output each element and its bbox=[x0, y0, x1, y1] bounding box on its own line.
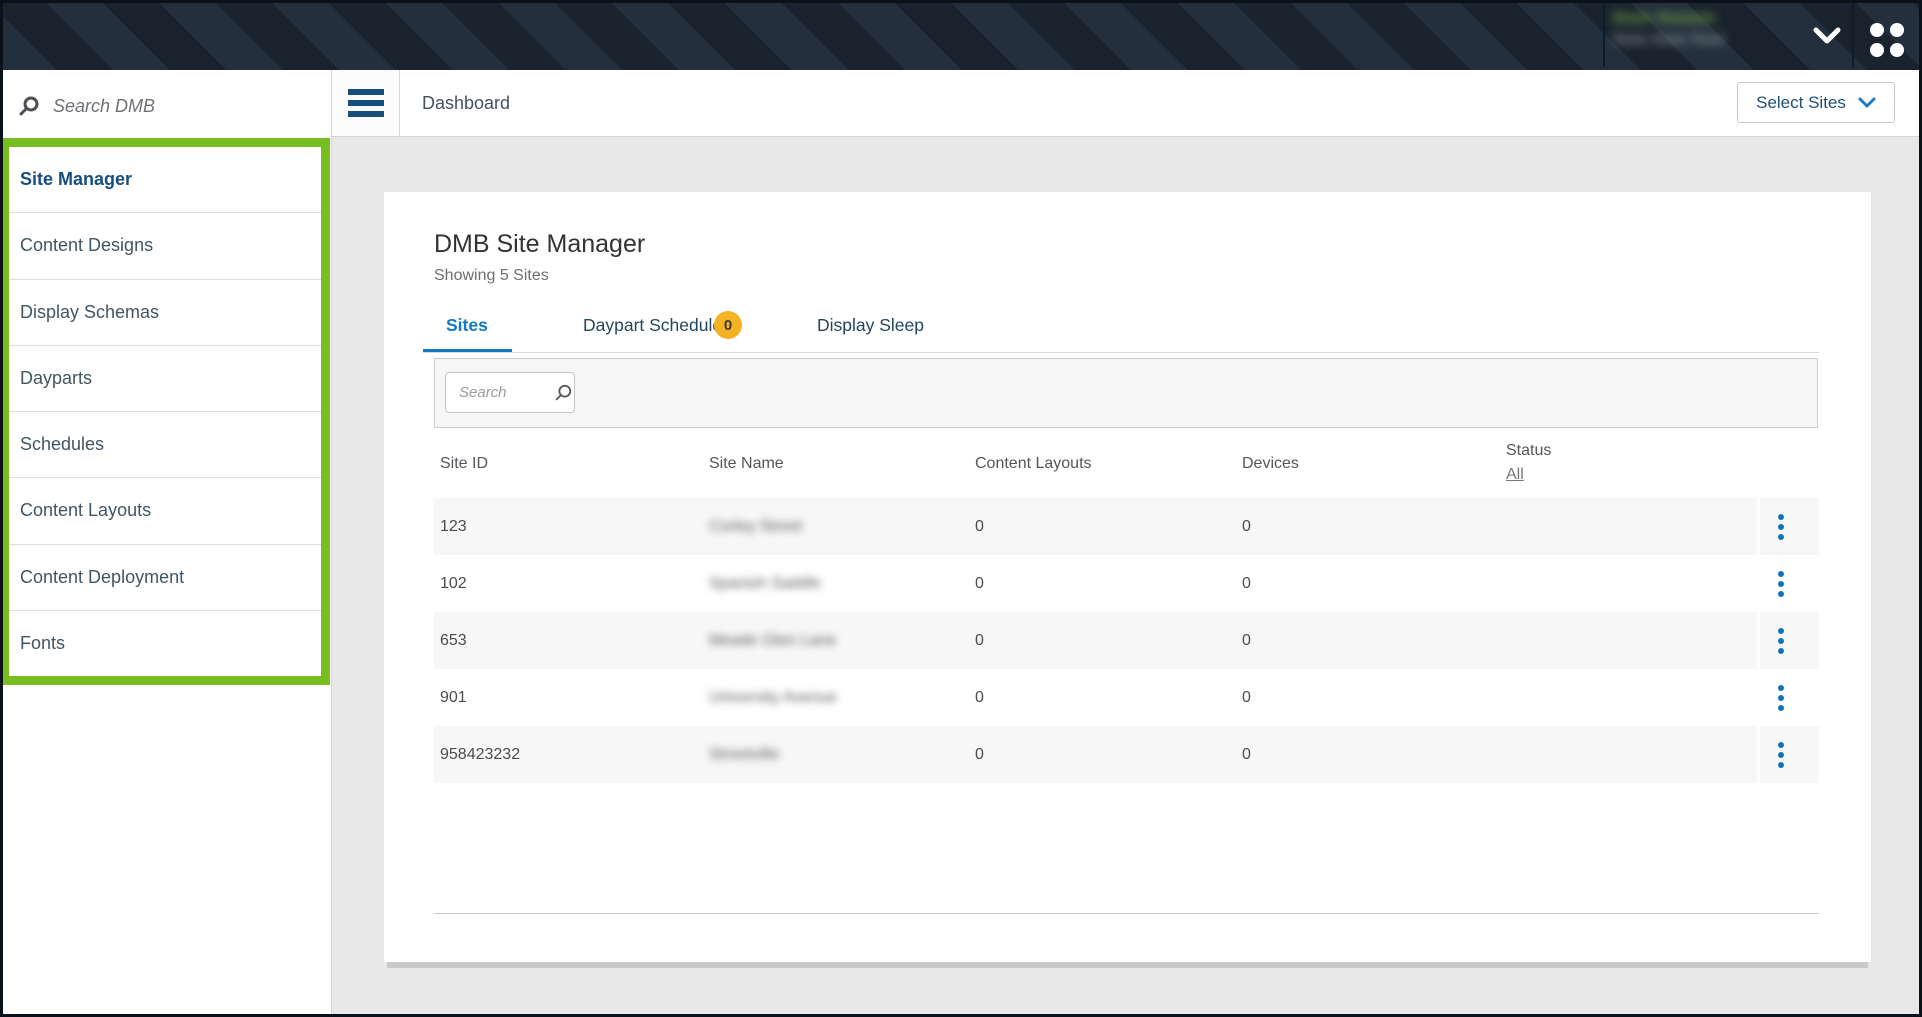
app-window: Xxxx Xxxxxx Xxxx Xxxx Xxxx Site Manager … bbox=[0, 0, 1922, 1017]
devices-cell: 0 bbox=[1242, 726, 1251, 783]
site-name-blurred-cell: University Avenue bbox=[709, 669, 837, 726]
site-id-cell: 102 bbox=[440, 555, 467, 612]
sidebar-search-input[interactable] bbox=[53, 96, 283, 117]
action-cell-divider bbox=[1757, 498, 1760, 555]
chevron-down-icon[interactable] bbox=[1812, 26, 1842, 46]
site-id-cell: 901 bbox=[440, 669, 467, 726]
site-manager-card: DMB Site Manager Showing 5 Sites Sites D… bbox=[384, 192, 1871, 962]
table-row[interactable]: 102 Spanish Saddle 0 0 bbox=[434, 555, 1819, 612]
devices-cell: 0 bbox=[1242, 555, 1251, 612]
tab-daypart-schedule[interactable]: Daypart Schedule bbox=[583, 315, 722, 336]
action-cell-divider bbox=[1757, 555, 1760, 612]
sidebar-item-display-schemas[interactable]: Display Schemas bbox=[9, 280, 321, 346]
site-name-blurred-cell: Corley Street bbox=[709, 498, 802, 555]
sidebar-item-dayparts[interactable]: Dayparts bbox=[9, 346, 321, 412]
search-icon bbox=[553, 383, 573, 403]
table-row[interactable]: 653 Meade Glen Lane 0 0 bbox=[434, 612, 1819, 669]
action-cell-divider bbox=[1757, 669, 1760, 726]
column-header-site-name[interactable]: Site Name bbox=[709, 455, 784, 473]
action-cell-divider bbox=[1757, 726, 1760, 783]
user-org-blurred: Xxxx Xxxx Xxxx bbox=[1612, 31, 1757, 49]
column-header-site-id[interactable]: Site ID bbox=[440, 455, 488, 473]
site-id-cell: 958423232 bbox=[440, 726, 520, 783]
select-sites-button[interactable]: Select Sites bbox=[1737, 82, 1895, 123]
sidebar-highlight-box: Site Manager Content Designs Display Sch… bbox=[0, 138, 330, 685]
tab-display-sleep[interactable]: Display Sleep bbox=[817, 315, 924, 336]
user-name-blurred: Xxxx Xxxxxx bbox=[1612, 8, 1757, 28]
devices-cell: 0 bbox=[1242, 669, 1251, 726]
column-header-status: Status bbox=[1506, 442, 1551, 460]
row-actions-kebab-icon[interactable] bbox=[1772, 669, 1790, 726]
apps-grid-icon[interactable] bbox=[1866, 18, 1908, 60]
tab-strip-divider bbox=[423, 352, 1819, 353]
card-bottom-divider bbox=[434, 913, 1819, 914]
sites-count-subtitle: Showing 5 Sites bbox=[434, 267, 549, 285]
site-name-blurred-cell: Streetville bbox=[709, 726, 779, 783]
site-name-blurred-cell: Spanish Saddle bbox=[709, 555, 821, 612]
row-actions-kebab-icon[interactable] bbox=[1772, 726, 1790, 783]
site-id-cell: 123 bbox=[440, 498, 467, 555]
sidebar: Site Manager Content Designs Display Sch… bbox=[0, 70, 332, 1017]
sidebar-item-content-deployment[interactable]: Content Deployment bbox=[9, 545, 321, 611]
topbar-divider bbox=[1603, 3, 1605, 67]
devices-cell: 0 bbox=[1242, 612, 1251, 669]
table-search-input[interactable] bbox=[459, 384, 551, 401]
content-layouts-cell: 0 bbox=[975, 555, 984, 612]
site-name-blurred-cell: Meade Glen Lane bbox=[709, 612, 836, 669]
sidebar-nav: Site Manager Content Designs Display Sch… bbox=[9, 147, 321, 676]
hamburger-icon bbox=[348, 89, 384, 117]
sidebar-item-content-designs[interactable]: Content Designs bbox=[9, 213, 321, 279]
table-body: 123 Corley Street 0 0 102 Spanish Saddle… bbox=[434, 498, 1819, 783]
site-id-cell: 653 bbox=[440, 612, 467, 669]
active-tab-underline bbox=[423, 349, 512, 352]
table-search-box[interactable] bbox=[445, 372, 575, 413]
row-actions-kebab-icon[interactable] bbox=[1772, 498, 1790, 555]
table-row[interactable]: 958423232 Streetville 0 0 bbox=[434, 726, 1819, 783]
tab-sites[interactable]: Sites bbox=[446, 315, 488, 336]
main-content-area: DMB Site Manager Showing 5 Sites Sites D… bbox=[332, 137, 1922, 1017]
sidebar-item-schedules[interactable]: Schedules bbox=[9, 412, 321, 478]
column-header-content-layouts[interactable]: Content Layouts bbox=[975, 455, 1092, 473]
table-row[interactable]: 901 University Avenue 0 0 bbox=[434, 669, 1819, 726]
top-app-bar: Xxxx Xxxxxx Xxxx Xxxx Xxxx bbox=[0, 0, 1922, 70]
table-filter-panel bbox=[434, 358, 1818, 428]
devices-cell: 0 bbox=[1242, 498, 1251, 555]
content-layouts-cell: 0 bbox=[975, 669, 984, 726]
topbar-divider bbox=[1852, 3, 1854, 67]
sidebar-item-site-manager[interactable]: Site Manager bbox=[9, 147, 321, 213]
column-header-devices[interactable]: Devices bbox=[1242, 455, 1299, 473]
menu-toggle-button[interactable] bbox=[332, 70, 400, 136]
table-header: Site ID Site Name Content Layouts Device… bbox=[384, 428, 1871, 498]
breadcrumb: Dashboard bbox=[422, 70, 510, 136]
chevron-down-icon bbox=[1858, 97, 1876, 108]
content-layouts-cell: 0 bbox=[975, 726, 984, 783]
content-layouts-cell: 0 bbox=[975, 612, 984, 669]
page-header: Dashboard Select Sites bbox=[332, 70, 1922, 137]
status-filter-all-link[interactable]: All bbox=[1506, 466, 1524, 484]
content-layouts-cell: 0 bbox=[975, 498, 984, 555]
search-icon bbox=[18, 95, 40, 117]
sidebar-item-content-layouts[interactable]: Content Layouts bbox=[9, 478, 321, 544]
page-title: DMB Site Manager bbox=[434, 230, 645, 259]
row-actions-kebab-icon[interactable] bbox=[1772, 555, 1790, 612]
action-cell-divider bbox=[1757, 612, 1760, 669]
user-account-area[interactable]: Xxxx Xxxxxx Xxxx Xxxx Xxxx bbox=[1612, 8, 1757, 62]
table-row[interactable]: 123 Corley Street 0 0 bbox=[434, 498, 1819, 555]
row-actions-kebab-icon[interactable] bbox=[1772, 612, 1790, 669]
daypart-count-badge: 0 bbox=[714, 311, 742, 339]
select-sites-label: Select Sites bbox=[1756, 93, 1846, 113]
sidebar-item-fonts[interactable]: Fonts bbox=[9, 611, 321, 676]
sidebar-search[interactable] bbox=[18, 88, 308, 124]
